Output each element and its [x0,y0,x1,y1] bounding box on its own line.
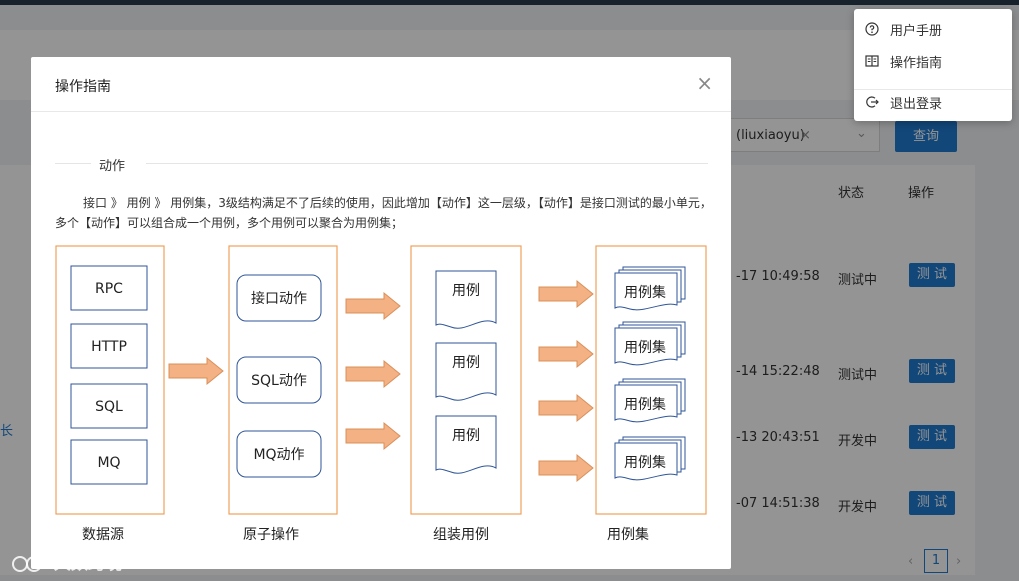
flow-arrow [345,422,401,450]
menu-item-label: 用户手册 [890,24,943,39]
case-document [435,270,497,329]
flow-arrow [345,360,401,388]
watermark-icon [12,556,42,572]
flow-arrow [168,357,224,385]
case-label: 用例 [452,428,480,444]
caption-cases: 组装用例 [433,527,489,543]
atomic-label: 接口动作 [251,290,307,307]
book-icon [865,55,879,67]
case-label: 用例 [452,355,480,371]
atomic-label: SQL动作 [251,373,307,389]
caption-atomic: 原子操作 [243,527,299,543]
menu-item-logout[interactable]: 退出登录 [854,87,1012,117]
suite-label: 用例集 [624,454,666,471]
menu-item-label: 操作指南 [890,56,943,71]
flow-arrow [538,280,594,308]
atomic-label: MQ动作 [253,447,304,463]
suite-label: 用例集 [624,284,666,301]
caption-datasource: 数据源 [82,527,124,543]
watermark-logo: 大数跨境 [8,549,122,576]
flow-arrow [538,394,594,422]
caption-suites: 用例集 [607,526,649,543]
section-title: 动作 [99,159,126,174]
case-document [435,342,497,401]
suite-label: 用例集 [624,396,666,413]
flow-arrow [345,292,401,320]
user-menu: 用户手册 操作指南 退出登录 [854,9,1012,121]
flow-arrow [538,340,594,368]
guide-modal: 操作指南 × 动作 接口 》 用例 》 用例集，3级结构满足不了后续的使用，因此… [31,57,731,569]
close-icon[interactable]: × [696,73,713,93]
suite-label: 用例集 [624,339,666,356]
datasource-label: RPC [95,281,123,297]
logout-icon [866,96,879,108]
case-document [435,415,497,474]
modal-title: 操作指南 [55,79,111,95]
case-label: 用例 [452,283,480,299]
section-divider-right [146,163,708,164]
datasource-label: SQL [95,399,123,415]
flow-arrow [538,454,594,482]
menu-item-label: 退出登录 [890,97,943,112]
menu-item-guide[interactable]: 操作指南 [854,46,1012,76]
question-circle-icon [865,22,879,36]
architecture-diagram: RPC HTTP SQL MQ 接口动作 SQL动作 MQ动作 用例 用例 用例 [55,245,707,543]
datasource-label: MQ [97,455,120,471]
section-divider-left [55,163,91,164]
watermark-text: 大数跨境 [53,554,122,574]
modal-header: 操作指南 × [31,57,731,112]
menu-item-user-manual[interactable]: 用户手册 [854,14,1012,44]
description-text: 接口 》 用例 》 用例集，3级结构满足不了后续的使用，因此增加【动作】这一层级… [55,196,712,230]
datasource-label: HTTP [91,339,127,355]
